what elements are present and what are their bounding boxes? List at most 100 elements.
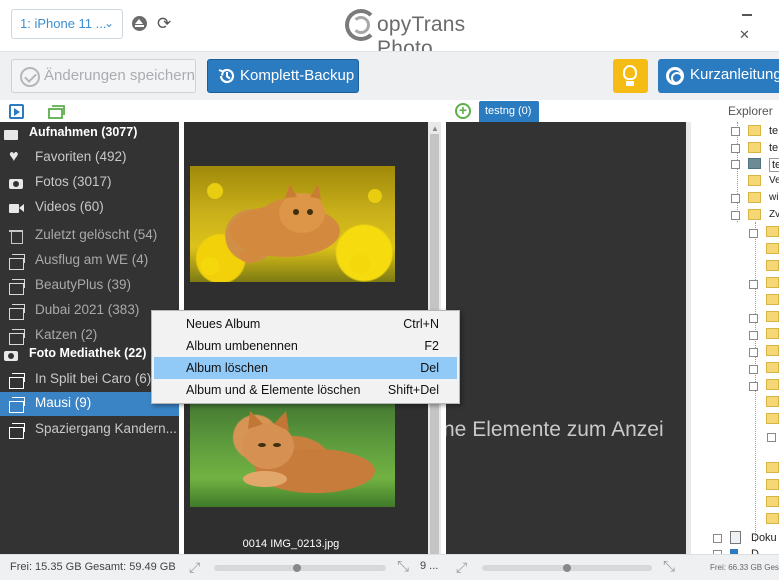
folder-icon: [766, 479, 779, 490]
chevron-down-icon: ⌄: [103, 16, 114, 30]
minimize-button[interactable]: [742, 14, 752, 16]
tab-explorer[interactable]: Explorer: [728, 104, 773, 118]
expand-icon[interactable]: [731, 211, 740, 220]
sidebar-group-recordings[interactable]: Aufnahmen (3077): [0, 122, 179, 146]
sidebar-item-videos[interactable]: Videos (60): [0, 196, 179, 220]
album-zoom-slider[interactable]: [482, 564, 652, 572]
menu-item-rename-album[interactable]: Album umbenennen F2: [152, 335, 459, 357]
photo-count: 9 ...: [420, 560, 439, 572]
refresh-icon[interactable]: ⟳: [157, 15, 174, 32]
full-backup-button[interactable]: Komplett-Backup: [207, 59, 359, 93]
album-icon: [9, 279, 25, 295]
collapse-icon[interactable]: ⤢: [189, 559, 200, 576]
camera-icon: [9, 176, 24, 190]
lifebuoy-icon: [666, 67, 684, 85]
expand-icon[interactable]: [731, 194, 740, 203]
expand-icon[interactable]: [749, 314, 758, 323]
expand-icon[interactable]: [749, 348, 758, 357]
expand-icon[interactable]: [713, 534, 722, 543]
device-select[interactable]: 1: iPhone 11 ... ⌄: [11, 9, 123, 39]
sidebar-item-label: Favoriten (492): [35, 149, 127, 164]
sidebar-item-label: In Split bei Caro (6): [35, 371, 152, 386]
quick-guide-button[interactable]: Kurzanleitung: [658, 59, 779, 93]
slider-knob[interactable]: [563, 564, 571, 572]
collapse-icon[interactable]: ⤢: [456, 559, 467, 576]
folder-icon: [766, 311, 779, 322]
expand-icon[interactable]: [749, 280, 758, 289]
title-bar: 1: iPhone 11 ... ⌄ ⟳ opyTrans Photo ✕: [0, 0, 779, 60]
folder-icon: [766, 362, 779, 373]
photo-thumbnail[interactable]: [190, 166, 395, 282]
video-icon: [9, 201, 24, 215]
sidebar-item-label: Fotos (3017): [35, 174, 112, 189]
quick-guide-label: Kurzanleitung: [690, 66, 779, 83]
slider-knob[interactable]: [292, 564, 301, 572]
folder-icon: [748, 125, 761, 136]
add-album-icon[interactable]: +: [455, 103, 471, 119]
expand-icon[interactable]: [731, 127, 740, 136]
expand-icon[interactable]: [731, 160, 740, 169]
folder-icon: [766, 243, 779, 254]
tree-label: te: [769, 142, 779, 154]
expand-icon[interactable]: [749, 331, 758, 340]
lightbulb-base: [626, 81, 634, 86]
save-changes-button[interactable]: Änderungen speichern: [11, 59, 196, 93]
folder-icon: [766, 513, 779, 524]
scroll-up-icon[interactable]: ▲: [431, 124, 439, 133]
sidebar-item-recently-deleted[interactable]: Zuletzt gelöscht (54): [0, 224, 179, 248]
folder-icon: [766, 260, 779, 271]
photo-zoom-slider[interactable]: [214, 564, 386, 572]
sidebar-item-favorites[interactable]: Favoriten (492): [0, 146, 179, 170]
folder-icon: [766, 496, 779, 507]
tab-testng[interactable]: testng (0): [479, 101, 539, 122]
menu-item-new-album[interactable]: Neues Album Ctrl+N: [152, 313, 459, 335]
empty-album-message: ne Elemente zum Anzei: [446, 418, 664, 441]
menu-item-label: Neues Album: [186, 317, 261, 331]
photo-caption: 0014 IMG_0213.jpg: [242, 538, 340, 550]
sidebar-item-ausflug[interactable]: Ausflug am WE (4): [0, 249, 179, 273]
cat-running-image: [201, 183, 382, 275]
expand-icon[interactable]: ⤡: [397, 558, 409, 575]
folder-icon: [748, 142, 761, 153]
menu-item-delete-album-and-elements[interactable]: Album und & Elemente löschen Shift+Del: [152, 379, 459, 401]
menu-item-label: Album und & Elemente löschen: [186, 383, 361, 397]
folder-icon: [766, 277, 779, 288]
sidebar-item-beautyplus[interactable]: BeautyPlus (39): [0, 274, 179, 298]
explorer-tree: te te te Ve wi Zv Doku D: [691, 122, 779, 554]
expand-icon[interactable]: [749, 229, 758, 238]
logo-ring-icon: [352, 16, 370, 34]
expand-icon[interactable]: ⤡: [663, 558, 675, 575]
check-circle-icon: [20, 67, 40, 87]
eject-icon[interactable]: [132, 16, 147, 31]
sidebar-item-photos[interactable]: Fotos (3017): [0, 171, 179, 195]
menu-item-label: Album umbenennen: [186, 339, 298, 353]
menu-item-shortcut: Shift+Del: [387, 383, 439, 397]
album-icon: [9, 373, 25, 389]
albums-tab-icon[interactable]: [48, 103, 65, 119]
iphone-tab-icon[interactable]: [9, 104, 24, 119]
tree-label: te: [769, 125, 779, 137]
context-menu: Neues Album Ctrl+N Album umbenennen F2 A…: [151, 310, 460, 404]
close-button[interactable]: ✕: [739, 27, 750, 43]
folder-icon: [766, 413, 779, 424]
photo-thumbnail[interactable]: [190, 391, 395, 507]
folder-icon: [766, 396, 779, 407]
sidebar-item-spaziergang[interactable]: Spaziergang Kandern...: [0, 418, 179, 442]
sidebar-group-label: Aufnahmen (3077): [29, 125, 138, 139]
tip-button[interactable]: [613, 59, 648, 93]
tree-label: Zv: [769, 209, 779, 220]
expand-icon[interactable]: [749, 382, 758, 391]
menu-item-delete-album[interactable]: Album löschen Del: [154, 357, 457, 379]
camera-group-icon: [4, 127, 19, 141]
tree-label: Ve: [769, 175, 779, 186]
menu-item-shortcut: Ctrl+N: [403, 317, 439, 331]
document-icon: [730, 531, 741, 544]
expand-icon[interactable]: [749, 365, 758, 374]
expand-icon[interactable]: [731, 144, 740, 153]
sidebar-item-label: BeautyPlus (39): [35, 277, 132, 292]
expand-icon[interactable]: [767, 433, 776, 442]
album-content-pane: ne Elemente zum Anzei: [446, 122, 686, 554]
sidebar-item-label: Videos (60): [35, 199, 104, 214]
tree-label: te: [769, 158, 779, 172]
tab-row: + testng (0) Explorer: [0, 100, 779, 122]
